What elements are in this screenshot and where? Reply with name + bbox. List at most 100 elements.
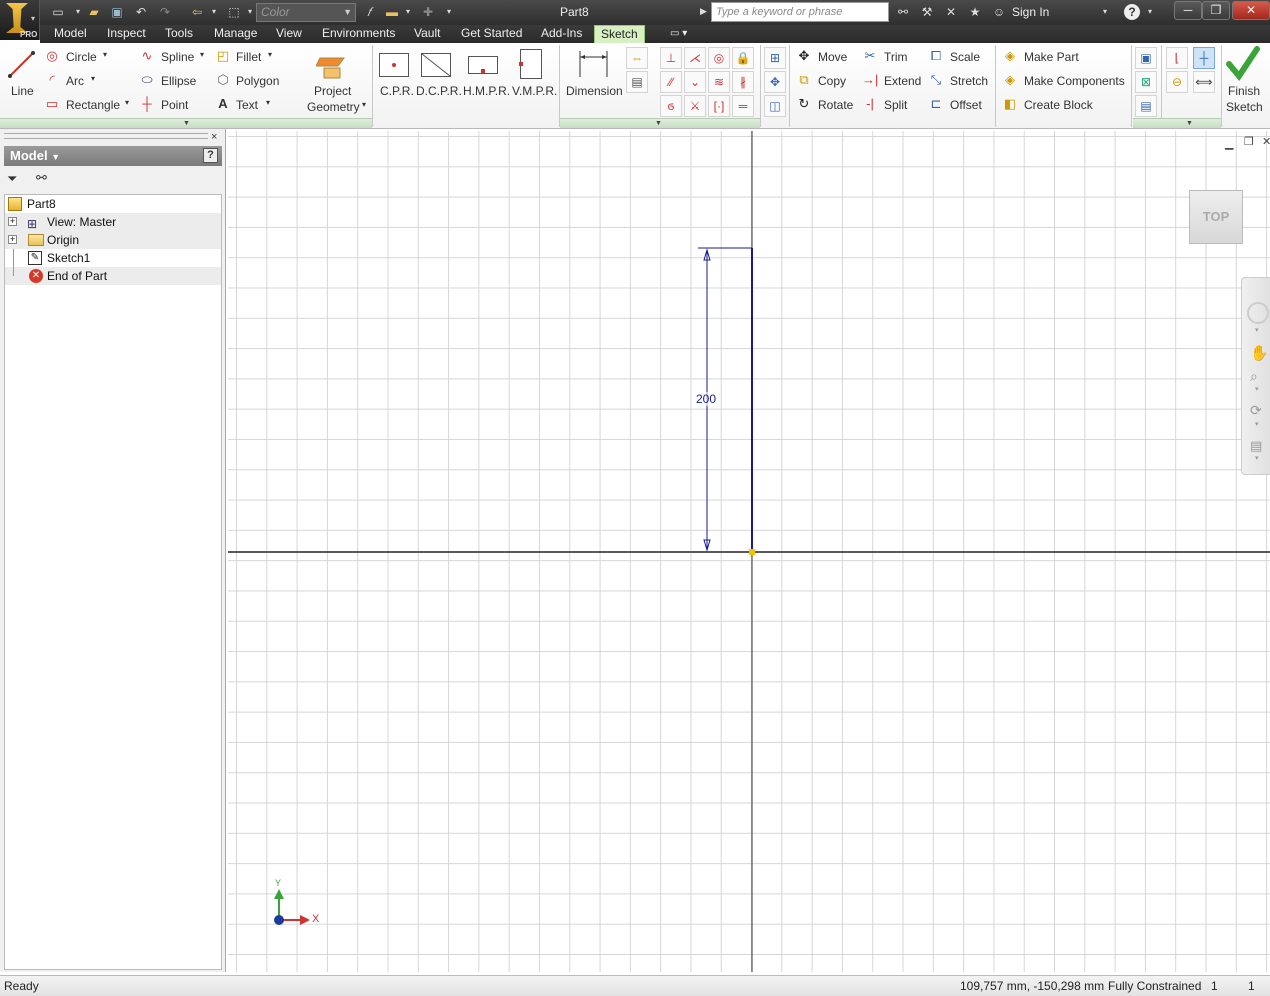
panel-grip[interactable] bbox=[4, 133, 208, 139]
tree-node-sketch[interactable]: ✎ Sketch1 bbox=[5, 249, 221, 267]
acad-import-icon[interactable]: ▤ bbox=[1135, 95, 1157, 117]
spline-dropdown-icon[interactable]: ▾ bbox=[200, 50, 204, 59]
mirror-icon[interactable]: ◫ bbox=[764, 95, 786, 117]
orbit-dropdown-icon[interactable]: ▾ bbox=[1255, 420, 1259, 428]
tab-sketch[interactable]: Sketch bbox=[594, 25, 645, 43]
tree-node-view[interactable]: + ⊞ View: Master bbox=[5, 213, 221, 231]
view-close-icon[interactable]: ✕ bbox=[1262, 135, 1270, 148]
return-icon[interactable]: ⇦ bbox=[189, 4, 205, 20]
fillet-icon[interactable]: ◰ bbox=[215, 49, 231, 65]
spline-tool[interactable]: Spline bbox=[161, 50, 194, 64]
polygon-tool[interactable]: Polygon bbox=[236, 74, 279, 88]
rotate-icon[interactable]: ↻ bbox=[796, 97, 812, 113]
project-geometry-icon[interactable] bbox=[315, 48, 348, 80]
scale-tool[interactable]: Scale bbox=[950, 50, 980, 64]
arc-dropdown-icon[interactable]: ▾ bbox=[91, 74, 95, 83]
split-icon[interactable]: -| bbox=[862, 97, 878, 113]
redo-icon[interactable]: ↷ bbox=[157, 4, 173, 20]
expand-search-icon[interactable]: ▶ bbox=[700, 6, 707, 17]
close-panel-icon[interactable]: × bbox=[211, 131, 217, 143]
draw-panel-expand-icon[interactable]: ▼ bbox=[183, 119, 190, 129]
finish-sketch-icon[interactable] bbox=[1226, 46, 1260, 82]
make-part-icon[interactable]: ◈ bbox=[1002, 49, 1018, 65]
add-icon[interactable]: ✚ bbox=[420, 4, 436, 20]
ellipse-icon[interactable]: ⬭ bbox=[139, 73, 155, 89]
move-tool[interactable]: Move bbox=[818, 50, 847, 64]
save-icon[interactable]: ▣ bbox=[109, 4, 125, 20]
copy-icon[interactable]: ⧉ bbox=[796, 73, 812, 89]
scale-icon[interactable]: ⧠ bbox=[928, 49, 944, 65]
hmpr-label[interactable]: H.M.P.R. bbox=[463, 84, 510, 98]
filter-icon[interactable]: ⏷ bbox=[7, 171, 17, 187]
construction-icon[interactable]: ⌊ bbox=[1166, 47, 1188, 69]
arc-tool[interactable]: Arc bbox=[66, 74, 84, 88]
draw-panel-bar[interactable]: ▼ bbox=[0, 118, 372, 128]
stretch-tool[interactable]: Stretch bbox=[950, 74, 988, 88]
browser-header[interactable]: Model ▼ ? bbox=[4, 146, 222, 166]
dcpr-label[interactable]: D.C.P.R. bbox=[416, 84, 462, 98]
make-components-icon[interactable]: ◈ bbox=[1002, 73, 1018, 89]
split-tool[interactable]: Split bbox=[884, 98, 907, 112]
copy-tool[interactable]: Copy bbox=[818, 74, 846, 88]
format-panel-expand-icon[interactable]: ▼ bbox=[1186, 119, 1193, 129]
line-tool-icon[interactable] bbox=[7, 49, 37, 79]
circle-icon[interactable]: ◎ bbox=[44, 49, 60, 65]
browser-help-icon[interactable]: ? bbox=[203, 148, 218, 163]
tab-inspect[interactable]: Inspect bbox=[101, 25, 152, 43]
graphics-window[interactable]: 200 TOP ▁ ❐ ✕ ▾ ✋ ⌕ ▾ ⟳ ▾ ▤ ▾ Y X bbox=[228, 131, 1270, 972]
tab-tools[interactable]: Tools bbox=[159, 25, 199, 43]
pan-icon[interactable]: ✋ bbox=[1250, 344, 1269, 362]
symmetric-icon[interactable]: [·] bbox=[708, 95, 730, 117]
tab-manage[interactable]: Manage bbox=[208, 25, 263, 43]
vmpr-label[interactable]: V.M.P.R. bbox=[512, 84, 557, 98]
look-at-dropdown-icon[interactable]: ▾ bbox=[1255, 454, 1259, 462]
project-geometry-dropdown-icon[interactable]: ▾ bbox=[362, 100, 366, 109]
tab-vault[interactable]: Vault bbox=[408, 25, 446, 43]
make-components-tool[interactable]: Make Components bbox=[1024, 74, 1125, 88]
point-icon[interactable]: ┼ bbox=[139, 97, 155, 113]
constrain-panel-expand-icon[interactable]: ▼ bbox=[655, 119, 662, 129]
rectangle-tool[interactable]: Rectangle bbox=[66, 98, 120, 112]
finish-sketch-label-1[interactable]: Finish bbox=[1228, 84, 1260, 98]
restore-button[interactable]: ❐ bbox=[1202, 1, 1230, 20]
text-tool[interactable]: Text bbox=[236, 98, 258, 112]
viewcube[interactable]: TOP bbox=[1189, 190, 1243, 244]
collinear-icon[interactable]: ϭ bbox=[660, 95, 682, 117]
zoom-dropdown-icon[interactable]: ▾ bbox=[1255, 385, 1259, 393]
measure-dropdown-icon[interactable]: ▾ bbox=[400, 4, 416, 20]
text-icon[interactable]: A bbox=[215, 97, 231, 113]
close-button[interactable]: ✕ bbox=[1232, 1, 1270, 20]
rectangle-icon[interactable]: ▭ bbox=[44, 97, 60, 113]
tree-node-end-of-part[interactable]: ✕ End of Part bbox=[5, 267, 221, 285]
fillet-dropdown-icon[interactable]: ▾ bbox=[268, 50, 272, 59]
dcpr-icon[interactable] bbox=[421, 53, 451, 77]
fillet-tool[interactable]: Fillet bbox=[236, 50, 261, 64]
dimension-value[interactable]: 200 bbox=[696, 392, 717, 406]
project-geometry-label-2[interactable]: Geometry bbox=[307, 100, 360, 114]
extend-tool[interactable]: Extend bbox=[884, 74, 921, 88]
concentric-icon[interactable]: ◎ bbox=[708, 47, 730, 69]
arc-icon[interactable]: ◜ bbox=[44, 73, 60, 89]
trim-icon[interactable]: ✂ bbox=[862, 49, 878, 65]
help-icon[interactable]: ? bbox=[1124, 4, 1140, 20]
create-block-icon[interactable]: ◧ bbox=[1002, 97, 1018, 113]
format-panel-bar[interactable]: ▼ bbox=[1133, 118, 1221, 128]
rectangular-pattern-icon[interactable]: ⊞ bbox=[764, 47, 786, 69]
spline-icon[interactable]: ∿ bbox=[139, 49, 155, 65]
extend-icon[interactable]: →| bbox=[862, 73, 878, 89]
steering-wheel-icon[interactable] bbox=[1247, 302, 1269, 324]
auto-dimension-icon[interactable]: ⇔ bbox=[626, 47, 648, 69]
select-icon[interactable]: ⬚ bbox=[226, 4, 242, 20]
stretch-icon[interactable]: ⤡ bbox=[928, 73, 944, 89]
tab-get-started[interactable]: Get Started bbox=[455, 25, 528, 43]
open-icon[interactable]: ▰ bbox=[86, 4, 102, 20]
offset-tool[interactable]: Offset bbox=[950, 98, 982, 112]
make-part-tool[interactable]: Make Part bbox=[1024, 50, 1079, 64]
tree-node-part[interactable]: Part8 bbox=[5, 195, 221, 213]
undo-icon[interactable]: ↶ bbox=[133, 4, 149, 20]
color-selector[interactable]: Color ▼ bbox=[256, 3, 356, 22]
sketch-canvas[interactable] bbox=[228, 131, 1270, 972]
polygon-icon[interactable]: ⬡ bbox=[215, 73, 231, 89]
finish-sketch-label-2[interactable]: Sketch bbox=[1226, 100, 1263, 114]
vertical-icon[interactable]: ⚔ bbox=[684, 95, 706, 117]
